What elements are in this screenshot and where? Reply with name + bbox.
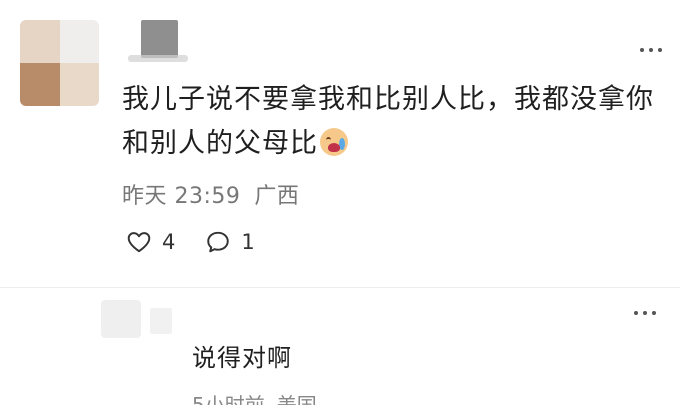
reply-text: 说得对啊 bbox=[192, 344, 292, 372]
reply-time: 5小时前 bbox=[192, 393, 265, 405]
avatar-pixel bbox=[59, 63, 99, 106]
like-count: 4 bbox=[162, 230, 176, 254]
reply-username-blurred[interactable] bbox=[150, 308, 172, 334]
avatar-pixel bbox=[20, 63, 60, 106]
reply-count: 1 bbox=[241, 230, 255, 254]
comment-bubble-icon bbox=[207, 231, 230, 253]
username-blurred[interactable] bbox=[141, 20, 178, 58]
crying-face-icon bbox=[320, 128, 348, 156]
avatar-pixel bbox=[59, 20, 99, 63]
comment-meta: 昨天 23:59 广西 bbox=[122, 178, 299, 210]
reply-more-options-icon[interactable] bbox=[634, 309, 656, 317]
comment-body: 我儿子说不要拿我和比别人比，我都没拿你和别人的父母比 bbox=[122, 78, 662, 166]
comment-avatar[interactable] bbox=[20, 20, 99, 106]
reply-avatar[interactable] bbox=[101, 300, 141, 338]
comment-location: 广西 bbox=[254, 184, 300, 209]
comment-text: 我儿子说不要拿我和比别人比，我都没拿你和别人的父母比 bbox=[122, 84, 654, 159]
comment-time: 昨天 23:59 bbox=[122, 184, 241, 209]
reply-location: 美国 bbox=[276, 393, 317, 405]
more-options-icon[interactable] bbox=[640, 46, 662, 54]
avatar-pixel bbox=[20, 20, 60, 63]
reply-button[interactable]: 1 bbox=[205, 229, 255, 255]
like-button[interactable]: 4 bbox=[126, 229, 175, 255]
username-blurred-remnant bbox=[128, 55, 188, 62]
comment-actions: 4 1 bbox=[126, 229, 255, 255]
divider bbox=[0, 287, 680, 288]
heart-icon bbox=[127, 232, 151, 253]
reply-meta: 5小时前 美国 bbox=[192, 392, 317, 405]
